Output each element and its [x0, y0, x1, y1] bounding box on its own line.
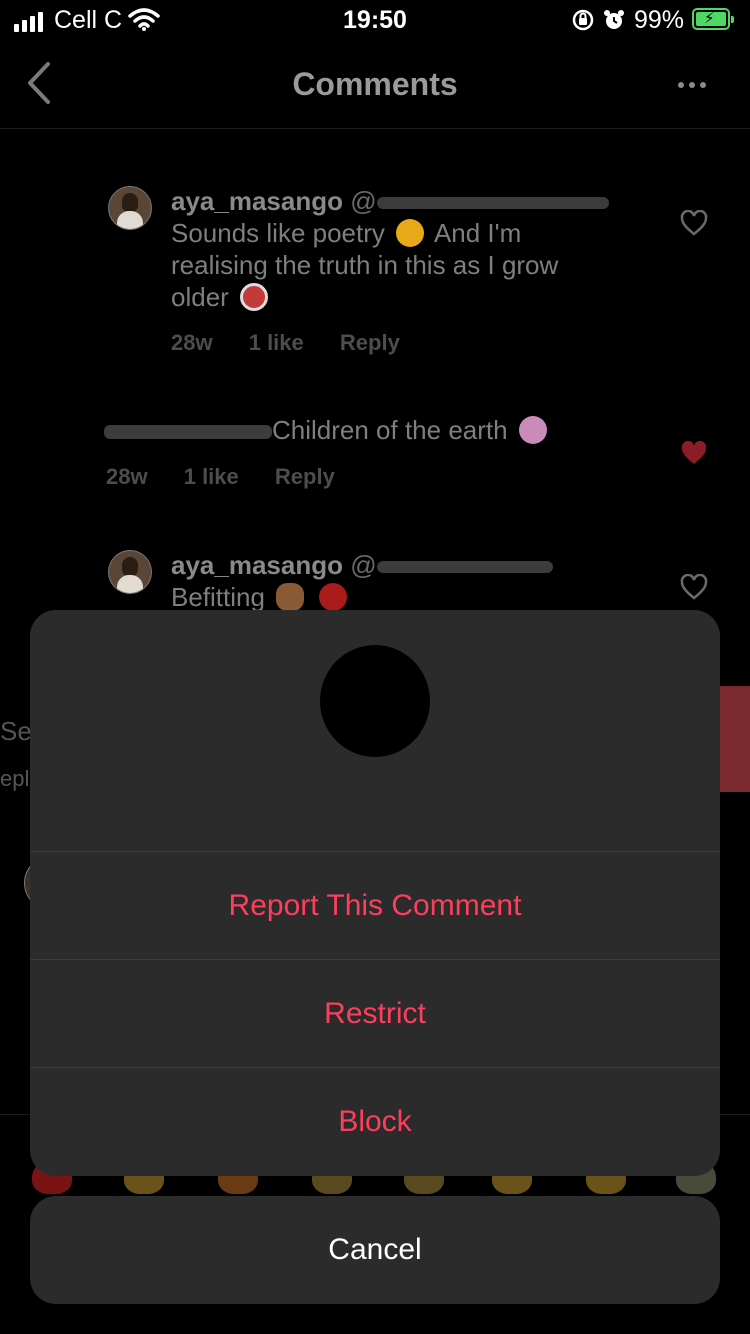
ok-hand-emoji-icon	[276, 583, 305, 611]
battery-icon: ⚡	[692, 8, 734, 30]
comment-text: And I'm	[433, 218, 522, 248]
comment-1: aya_masango @ Sounds like poetry And I'm…	[171, 185, 631, 313]
cancel-button[interactable]: Cancel	[30, 1196, 720, 1304]
comment-username[interactable]: aya_masango	[171, 186, 343, 216]
heart-outline-icon[interactable]	[680, 574, 708, 600]
comment-username[interactable]: aya_masango	[171, 550, 343, 580]
comment-meta: 28w 1 like Reply	[171, 330, 430, 356]
comment-age: 28w	[171, 330, 213, 355]
comment-text: realising the truth in this as I grow	[171, 250, 559, 280]
status-bar: Cell C 19:50 99% ⚡	[0, 0, 750, 44]
battery-percent: 99%	[634, 6, 685, 34]
blossom-emoji-icon	[518, 416, 547, 444]
heart-eyes-emoji-icon	[396, 219, 425, 247]
background-text-fragment: Se	[0, 716, 32, 746]
like-count[interactable]: 1 like	[249, 330, 304, 355]
red-heart-emoji-icon	[319, 583, 348, 611]
comment-mention[interactable]: @	[350, 550, 376, 580]
like-count[interactable]: 1 like	[184, 464, 239, 489]
redacted-username	[104, 425, 272, 440]
commenter-avatar	[320, 645, 430, 757]
block-button[interactable]: Block	[30, 1068, 720, 1175]
more-horizontal-icon[interactable]	[678, 82, 706, 88]
report-comment-button[interactable]: Report This Comment	[30, 852, 720, 959]
rotation-lock-icon	[572, 9, 594, 31]
comment-action-sheet: Report This Comment Restrict Block	[30, 610, 720, 1176]
comment-text: Befitting	[171, 582, 265, 612]
target-emoji-icon	[240, 283, 269, 311]
page-title: Comments	[292, 66, 458, 102]
alarm-icon	[604, 10, 624, 29]
restrict-button[interactable]: Restrict	[30, 960, 720, 1067]
comment-mention[interactable]: @	[350, 186, 376, 216]
avatar[interactable]	[108, 186, 152, 230]
comment-meta: 28w 1 like Reply	[106, 464, 365, 490]
comment-text: Children of the earth	[272, 415, 508, 445]
background-text-fragment: epl	[0, 766, 30, 791]
reply-button[interactable]: Reply	[340, 330, 400, 355]
avatar[interactable]	[108, 550, 152, 594]
heart-outline-icon[interactable]	[680, 210, 708, 236]
redacted-mention	[376, 561, 553, 574]
redacted-mention	[376, 197, 609, 210]
background-red-panel	[720, 686, 750, 792]
comment-text: Sounds like poetry	[171, 218, 385, 248]
comment-age: 28w	[106, 464, 148, 489]
comments-header: Comments	[0, 44, 750, 129]
heart-filled-icon[interactable]	[680, 440, 708, 466]
comment-2: Children of the earth	[104, 414, 624, 446]
comment-3: aya_masango @ Befitting	[171, 549, 631, 613]
reply-button[interactable]: Reply	[275, 464, 335, 489]
comment-text: older	[171, 282, 229, 312]
